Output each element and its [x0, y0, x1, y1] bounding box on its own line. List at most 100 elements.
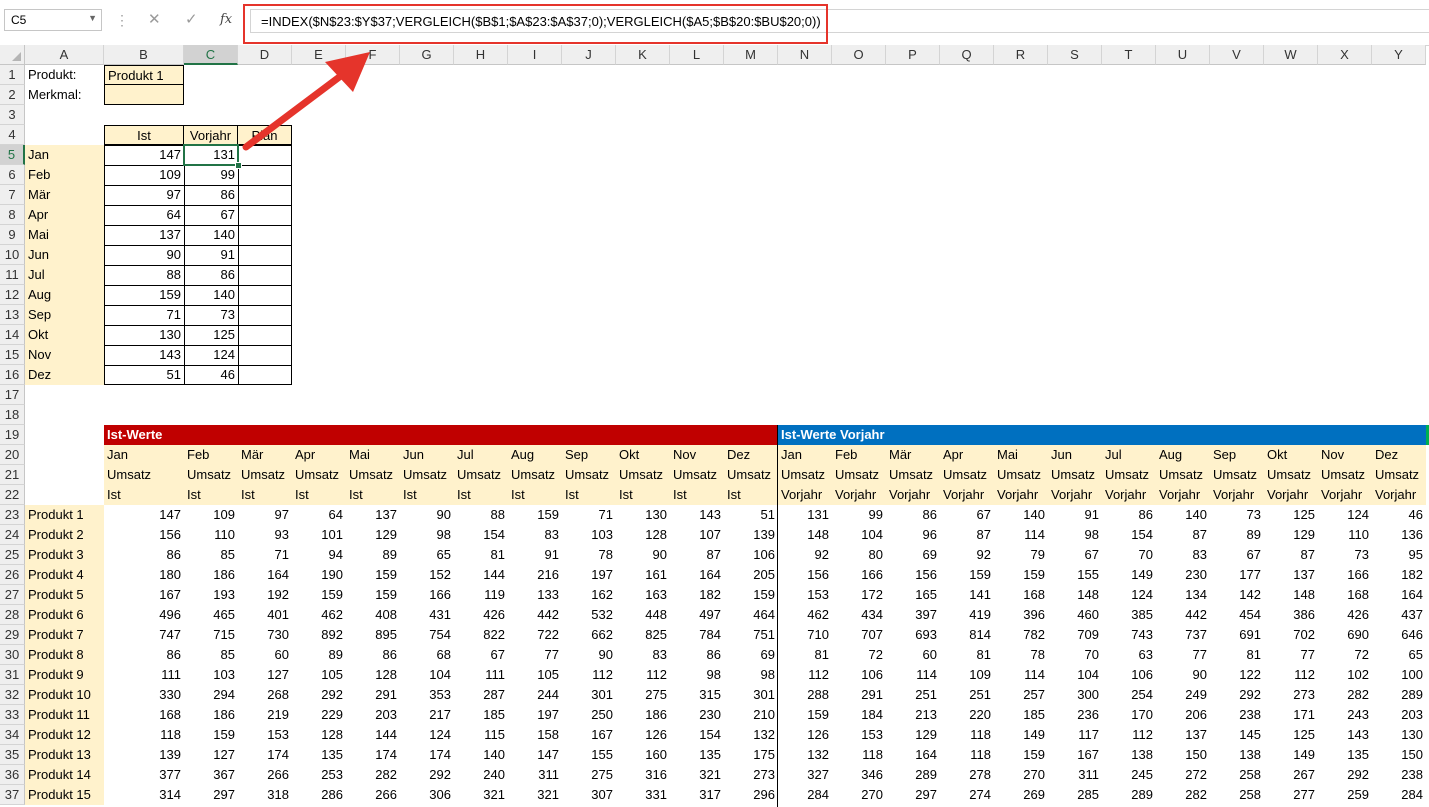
ist-value-cell[interactable]: 87 — [670, 545, 724, 565]
ist-value-cell[interactable]: 85 — [184, 545, 238, 565]
ist-value-cell[interactable]: 98 — [670, 665, 724, 685]
vorjahr-value-cell[interactable]: 297 — [886, 785, 940, 805]
ist-value-cell[interactable]: 747 — [104, 625, 184, 645]
ist-value-cell[interactable]: 98 — [400, 525, 454, 545]
ist-value-cell[interactable]: 77 — [508, 645, 562, 665]
vorjahr-value-cell[interactable]: 102 — [1318, 665, 1372, 685]
ist-value-cell[interactable]: 111 — [454, 665, 508, 685]
vorjahr-value-cell[interactable]: 125 — [1264, 725, 1318, 745]
vorjahr-value-cell[interactable]: 165 — [886, 585, 940, 605]
select-all-button[interactable] — [0, 45, 25, 65]
vorjahr-value-cell[interactable]: 80 — [832, 545, 886, 565]
vorjahr-value-cell[interactable]: 782 — [994, 625, 1048, 645]
ist-value-cell[interactable]: 244 — [508, 685, 562, 705]
vorjahr-value-cell[interactable]: 114 — [994, 665, 1048, 685]
vorjahr-value-cell[interactable]: 269 — [994, 785, 1048, 805]
vorjahr-value-cell[interactable]: 737 — [1156, 625, 1210, 645]
vorjahr-value-cell[interactable]: 89 — [1210, 525, 1264, 545]
row-header-8[interactable]: 8 — [0, 205, 25, 225]
vorjahr-value-cell[interactable]: 709 — [1048, 625, 1102, 645]
summary-plan-cell[interactable] — [238, 325, 292, 345]
ist-value-cell[interactable]: 156 — [104, 525, 184, 545]
summary-ist-cell[interactable]: 64 — [104, 205, 184, 225]
ist-value-cell[interactable]: 164 — [238, 565, 292, 585]
vorjahr-value-cell[interactable]: 159 — [994, 565, 1048, 585]
ist-value-cell[interactable]: 301 — [562, 685, 616, 705]
vorjahr-value-cell[interactable]: 426 — [1318, 605, 1372, 625]
summary-plan-cell[interactable] — [238, 265, 292, 285]
vorjahr-value-cell[interactable]: 114 — [994, 525, 1048, 545]
ist-value-cell[interactable]: 216 — [508, 565, 562, 585]
ist-value-cell[interactable]: 159 — [346, 565, 400, 585]
vorjahr-value-cell[interactable]: 118 — [832, 745, 886, 765]
ist-value-cell[interactable]: 104 — [400, 665, 454, 685]
vorjahr-value-cell[interactable]: 91 — [1048, 505, 1102, 525]
vorjahr-value-cell[interactable]: 434 — [832, 605, 886, 625]
ist-value-cell[interactable]: 301 — [724, 685, 778, 705]
ist-value-cell[interactable]: 497 — [670, 605, 724, 625]
ist-value-cell[interactable]: 296 — [724, 785, 778, 805]
column-header-m[interactable]: M — [724, 45, 778, 65]
vorjahr-value-cell[interactable]: 707 — [832, 625, 886, 645]
ist-value-cell[interactable]: 94 — [292, 545, 346, 565]
ist-value-cell[interactable]: 253 — [292, 765, 346, 785]
row-header-30[interactable]: 30 — [0, 645, 25, 665]
vorjahr-value-cell[interactable]: 69 — [886, 545, 940, 565]
vorjahr-value-cell[interactable]: 646 — [1372, 625, 1426, 645]
row-header-11[interactable]: 11 — [0, 265, 25, 285]
column-header-v[interactable]: V — [1210, 45, 1264, 65]
summary-vorjahr-cell[interactable]: 46 — [184, 365, 238, 385]
ist-value-cell[interactable]: 186 — [184, 705, 238, 725]
vorjahr-value-cell[interactable]: 288 — [778, 685, 832, 705]
ist-value-cell[interactable]: 286 — [292, 785, 346, 805]
ist-value-cell[interactable]: 86 — [104, 645, 184, 665]
vorjahr-value-cell[interactable]: 150 — [1372, 745, 1426, 765]
column-header-x[interactable]: X — [1318, 45, 1372, 65]
ist-value-cell[interactable]: 107 — [670, 525, 724, 545]
vorjahr-value-cell[interactable]: 182 — [1372, 565, 1426, 585]
summary-ist-cell[interactable]: 109 — [104, 165, 184, 185]
column-header-w[interactable]: W — [1264, 45, 1318, 65]
ist-value-cell[interactable]: 144 — [454, 565, 508, 585]
ist-value-cell[interactable]: 69 — [724, 645, 778, 665]
fill-handle[interactable] — [235, 162, 242, 169]
row-header-15[interactable]: 15 — [0, 345, 25, 365]
row-header-4[interactable]: 4 — [0, 125, 25, 145]
vorjahr-value-cell[interactable]: 106 — [1102, 665, 1156, 685]
vorjahr-value-cell[interactable]: 154 — [1102, 525, 1156, 545]
vorjahr-value-cell[interactable]: 112 — [1264, 665, 1318, 685]
ist-value-cell[interactable]: 154 — [454, 525, 508, 545]
ist-value-cell[interactable]: 401 — [238, 605, 292, 625]
ist-value-cell[interactable]: 126 — [616, 725, 670, 745]
vorjahr-value-cell[interactable]: 284 — [778, 785, 832, 805]
vorjahr-value-cell[interactable]: 141 — [940, 585, 994, 605]
vorjahr-value-cell[interactable]: 149 — [1102, 565, 1156, 585]
row-header-27[interactable]: 27 — [0, 585, 25, 605]
vorjahr-value-cell[interactable]: 177 — [1210, 565, 1264, 585]
vorjahr-value-cell[interactable]: 327 — [778, 765, 832, 785]
vorjahr-value-cell[interactable]: 63 — [1102, 645, 1156, 665]
ist-value-cell[interactable]: 730 — [238, 625, 292, 645]
ist-value-cell[interactable]: 90 — [562, 645, 616, 665]
column-header-u[interactable]: U — [1156, 45, 1210, 65]
vorjahr-value-cell[interactable]: 92 — [778, 545, 832, 565]
ist-value-cell[interactable]: 294 — [184, 685, 238, 705]
ist-value-cell[interactable]: 892 — [292, 625, 346, 645]
column-header-g[interactable]: G — [400, 45, 454, 65]
summary-ist-cell[interactable]: 147 — [104, 145, 184, 165]
vorjahr-value-cell[interactable]: 168 — [994, 585, 1048, 605]
ist-value-cell[interactable]: 65 — [400, 545, 454, 565]
row-header-31[interactable]: 31 — [0, 665, 25, 685]
ist-value-cell[interactable]: 101 — [292, 525, 346, 545]
vorjahr-value-cell[interactable]: 60 — [886, 645, 940, 665]
vorjahr-value-cell[interactable]: 272 — [1156, 765, 1210, 785]
column-header-j[interactable]: J — [562, 45, 616, 65]
vorjahr-value-cell[interactable]: 254 — [1102, 685, 1156, 705]
ist-value-cell[interactable]: 106 — [724, 545, 778, 565]
vorjahr-value-cell[interactable]: 77 — [1156, 645, 1210, 665]
ist-value-cell[interactable]: 715 — [184, 625, 238, 645]
summary-plan-cell[interactable] — [238, 145, 292, 165]
vorjahr-value-cell[interactable]: 81 — [940, 645, 994, 665]
row-header-29[interactable]: 29 — [0, 625, 25, 645]
ist-value-cell[interactable]: 166 — [400, 585, 454, 605]
